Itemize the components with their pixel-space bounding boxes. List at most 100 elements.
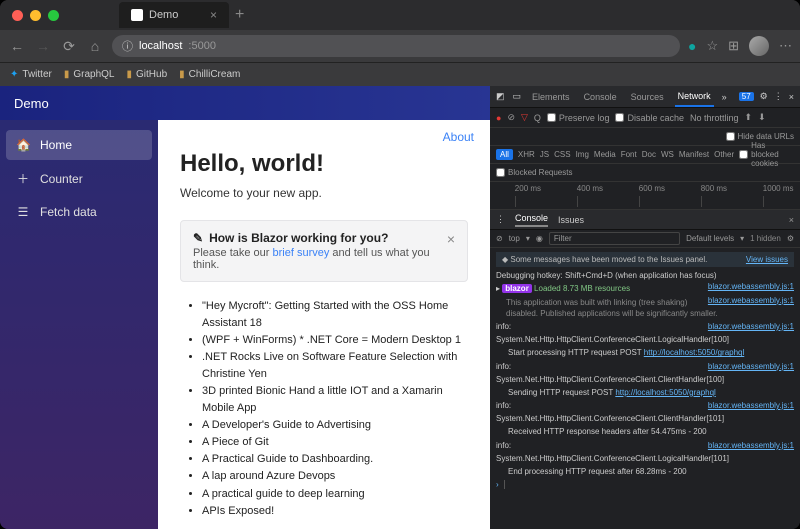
timeline-tick: 200 ms [515,184,541,193]
filter-font[interactable]: Font [621,150,637,159]
bookmark-github[interactable]: ▮GitHub [127,69,168,80]
console-filter-bar: ⊘ top ▾ ◉ Filter Default levels▾ 1 hidde… [490,230,800,248]
content-split: Demo 🏠Home ＋Counter ☰Fetch data About He… [0,86,800,529]
more-icon[interactable]: ⋮ [774,91,783,102]
network-timeline[interactable]: 200 ms400 ms600 ms800 ms1000 ms [490,182,800,210]
filter-xhr[interactable]: XHR [518,150,535,159]
url-path: :5000 [188,40,216,52]
tab-console[interactable]: Console [581,88,620,106]
blocked-requests-checkbox[interactable]: Blocked Requests [496,168,572,177]
blazor-app: Demo 🏠Home ＋Counter ☰Fetch data About He… [0,86,490,529]
forward-button[interactable]: → [34,38,52,54]
devtools-close-button[interactable]: × [789,92,794,102]
posts-list: "Hey Mycroft": Getting Started with the … [180,298,468,520]
timeline-tick: 1000 ms [763,184,794,193]
titlebar: Demo × + [0,0,800,30]
post-item: A Practical Guide to Dashboarding. [202,451,468,468]
hide-data-urls-checkbox[interactable]: Hide data URLs [726,132,794,141]
filter-ws[interactable]: WS [661,150,674,159]
browser-tab[interactable]: Demo × [119,2,229,28]
nav-fetchdata[interactable]: ☰Fetch data [6,197,152,227]
drawer-console-tab[interactable]: Console [515,213,548,227]
collections-button[interactable]: ⊞ [728,38,739,54]
tab-elements[interactable]: Elements [529,88,573,106]
app-brand[interactable]: Demo [0,86,490,120]
timeline-tick: 600 ms [639,184,665,193]
drawer-close-button[interactable]: × [789,215,794,225]
tab-network[interactable]: Network [675,87,714,107]
filter-doc[interactable]: Doc [642,150,656,159]
about-link[interactable]: About [443,130,474,144]
warning-count[interactable]: 57 [739,92,754,101]
devtools-panel: ◩ ▭ Elements Console Sources Network » 5… [490,86,800,529]
reload-button[interactable]: ⟳ [60,38,78,55]
inspect-icon[interactable]: ◩ [496,91,505,102]
console-output[interactable]: ◆ Some messages have been moved to the I… [490,248,800,529]
minimize-window-button[interactable] [30,10,41,21]
clear-console-button[interactable]: ⊘ [496,234,503,243]
maximize-window-button[interactable] [48,10,59,21]
post-item: A Piece of Git [202,434,468,451]
filter-toggle[interactable]: ▽ [521,112,528,123]
survey-link[interactable]: brief survey [273,247,330,259]
tabs-overflow[interactable]: » [722,92,727,102]
extension-icon[interactable]: ● [688,38,696,54]
profile-avatar[interactable] [749,36,769,56]
filter-js[interactable]: JS [540,150,549,159]
home-button[interactable]: ⌂ [86,38,104,54]
url-input[interactable]: ⓘ localhost:5000 [112,35,680,57]
filter-other[interactable]: Other [714,150,734,159]
tab-sources[interactable]: Sources [628,88,667,106]
request-type-filter: All XHR JS CSS Img Media Font Doc WS Man… [490,146,800,164]
upload-icon[interactable]: ⬆ [745,112,753,123]
filter-media[interactable]: Media [594,150,616,159]
search-icon[interactable]: Q [534,113,541,123]
levels-select[interactable]: Default levels [686,234,734,243]
site-info-icon[interactable]: ⓘ [122,38,133,54]
new-tab-button[interactable]: + [235,6,244,24]
nav-home[interactable]: 🏠Home [6,130,152,160]
drawer-toggle[interactable]: ⋮ [496,214,505,225]
post-item: .NET Rocks Live on Software Feature Sele… [202,349,468,383]
nav-counter[interactable]: ＋Counter [6,162,152,195]
app-body: 🏠Home ＋Counter ☰Fetch data About Hello, … [0,120,490,529]
view-issues-link[interactable]: View issues [746,254,788,265]
preserve-log-checkbox[interactable]: Preserve log [547,113,610,123]
throttling-select[interactable]: No throttling [690,113,739,123]
menu-button[interactable]: ⋯ [779,38,792,54]
bookmark-chillicream[interactable]: ▮ChilliCream [179,69,240,80]
close-window-button[interactable] [12,10,23,21]
devtools-tabs: ◩ ▭ Elements Console Sources Network » 5… [490,86,800,108]
survey-close-button[interactable]: × [447,231,455,247]
survey-text: Please take our brief survey and tell us… [193,247,455,271]
record-button[interactable]: ● [496,113,501,123]
issues-banner: ◆ Some messages have been moved to the I… [496,252,794,267]
tab-favicon [131,9,143,21]
bookmark-twitter[interactable]: ✦Twitter [10,69,52,80]
tab-close-button[interactable]: × [210,8,217,22]
device-icon[interactable]: ▭ [513,91,522,102]
context-select[interactable]: top [509,234,520,243]
eye-icon[interactable]: ◉ [536,234,543,243]
filter-all[interactable]: All [496,149,513,160]
bookmark-graphql[interactable]: ▮GraphQL [64,69,115,80]
drawer-tabs: ⋮ Console Issues × [490,210,800,230]
drawer-issues-tab[interactable]: Issues [558,215,584,225]
post-item: APIs Exposed! [202,503,468,520]
back-button[interactable]: ← [8,38,26,54]
gear-icon[interactable]: ⚙ [787,234,794,243]
main-content: About Hello, world! Welcome to your new … [158,120,490,529]
download-icon[interactable]: ⬇ [758,112,766,123]
disable-cache-checkbox[interactable]: Disable cache [615,113,684,123]
filter-img[interactable]: Img [576,150,589,159]
console-filter-input[interactable]: Filter [549,232,680,245]
survey-title: How is Blazor working for you? [209,231,388,245]
home-icon: 🏠 [16,138,30,152]
tab-title: Demo [149,9,178,21]
settings-icon[interactable]: ⚙ [760,91,768,102]
filter-manifest[interactable]: Manifest [679,150,709,159]
timeline-tick: 400 ms [577,184,603,193]
clear-button[interactable]: ⊘ [507,112,515,123]
favorite-button[interactable]: ☆ [706,38,718,54]
filter-css[interactable]: CSS [554,150,570,159]
